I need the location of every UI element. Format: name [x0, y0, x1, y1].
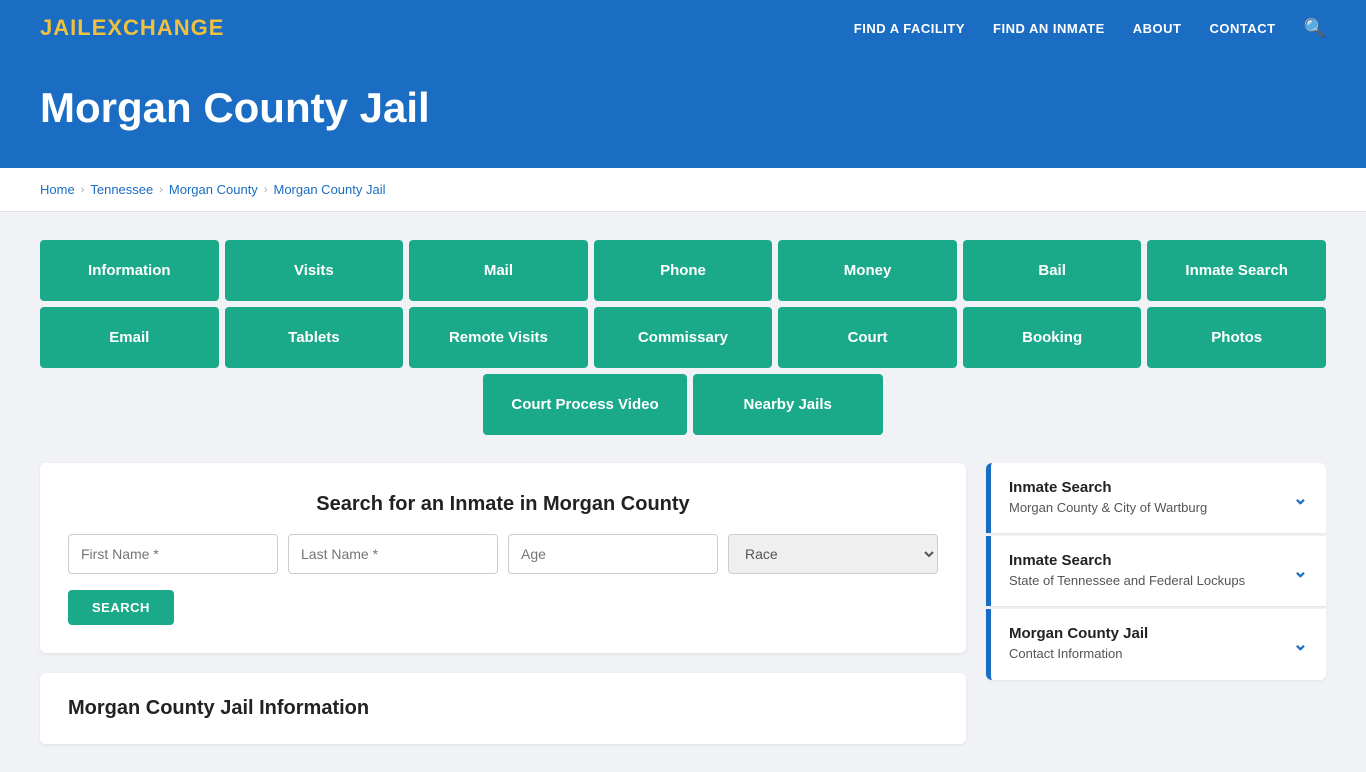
first-name-input[interactable]	[68, 534, 278, 574]
sidebar-card-1-title: Inmate Search	[1009, 479, 1207, 496]
logo-exchange-rest: XCHANGE	[107, 15, 224, 40]
breadcrumb-home[interactable]: Home	[40, 182, 75, 197]
sidebar-card-3-title: Morgan County Jail	[1009, 625, 1148, 642]
breadcrumb-current: Morgan County Jail	[273, 182, 385, 197]
chevron-icon-1: ›	[81, 184, 85, 196]
logo-exchange-x: E	[92, 15, 108, 40]
breadcrumb-bar: Home › Tennessee › Morgan County › Morga…	[0, 168, 1366, 212]
nav-contact[interactable]: CONTACT	[1209, 21, 1275, 36]
sidebar-card-2-title: Inmate Search	[1009, 552, 1245, 569]
main-nav: FIND A FACILITY FIND AN INMATE ABOUT CON…	[854, 18, 1326, 39]
search-button[interactable]: SEARCH	[68, 590, 174, 625]
info-box: Morgan County Jail Information	[40, 673, 966, 744]
left-panel: Search for an Inmate in Morgan County Ra…	[40, 463, 966, 744]
page-title: Morgan County Jail	[40, 84, 1326, 132]
chevron-icon-2: ›	[159, 184, 163, 196]
chevron-down-icon-1: ⌄	[1293, 488, 1308, 509]
search-icon-button[interactable]: 🔍	[1304, 18, 1326, 39]
sidebar-card-2-text: Inmate Search State of Tennessee and Fed…	[1009, 552, 1245, 590]
sidebar-card-3[interactable]: Morgan County Jail Contact Information ⌄	[986, 609, 1326, 679]
site-logo[interactable]: JAILEXCHANGE	[40, 15, 224, 41]
tile-booking[interactable]: Booking	[963, 307, 1142, 368]
tile-phone[interactable]: Phone	[594, 240, 773, 301]
nav-find-inmate[interactable]: FIND AN INMATE	[993, 21, 1105, 36]
tile-grid-row1: Information Visits Mail Phone Money Bail…	[40, 240, 1326, 301]
search-inputs: Race	[68, 534, 938, 574]
tile-commissary[interactable]: Commissary	[594, 307, 773, 368]
sidebar-card-1[interactable]: Inmate Search Morgan County & City of Wa…	[986, 463, 1326, 533]
content-area: Search for an Inmate in Morgan County Ra…	[40, 463, 1326, 744]
sidebar-card-1-text: Inmate Search Morgan County & City of Wa…	[1009, 479, 1207, 517]
tile-remote-visits[interactable]: Remote Visits	[409, 307, 588, 368]
age-input[interactable]	[508, 534, 718, 574]
tile-money[interactable]: Money	[778, 240, 957, 301]
breadcrumb: Home › Tennessee › Morgan County › Morga…	[40, 182, 1326, 197]
tile-information[interactable]: Information	[40, 240, 219, 301]
tile-tablets[interactable]: Tablets	[225, 307, 404, 368]
tile-inmate-search[interactable]: Inmate Search	[1147, 240, 1326, 301]
right-panel: Inmate Search Morgan County & City of Wa…	[986, 463, 1326, 744]
main-content: Information Visits Mail Phone Money Bail…	[0, 212, 1366, 772]
sidebar-card-3-text: Morgan County Jail Contact Information	[1009, 625, 1148, 663]
tile-mail[interactable]: Mail	[409, 240, 588, 301]
last-name-input[interactable]	[288, 534, 498, 574]
hero-section: Morgan County Jail	[0, 56, 1366, 168]
breadcrumb-county[interactable]: Morgan County	[169, 182, 258, 197]
tile-photos[interactable]: Photos	[1147, 307, 1326, 368]
chevron-down-icon-3: ⌄	[1293, 634, 1308, 655]
tile-court-process-video[interactable]: Court Process Video	[483, 374, 686, 435]
tile-grid-row2: Email Tablets Remote Visits Commissary C…	[40, 307, 1326, 368]
tile-email[interactable]: Email	[40, 307, 219, 368]
tile-bail[interactable]: Bail	[963, 240, 1142, 301]
inmate-search-box: Search for an Inmate in Morgan County Ra…	[40, 463, 966, 653]
tile-visits[interactable]: Visits	[225, 240, 404, 301]
search-title: Search for an Inmate in Morgan County	[68, 493, 938, 516]
logo-jail: JAIL	[40, 15, 92, 40]
tile-nearby-jails[interactable]: Nearby Jails	[693, 374, 883, 435]
nav-find-facility[interactable]: FIND A FACILITY	[854, 21, 965, 36]
race-select[interactable]: Race	[728, 534, 938, 574]
sidebar-card-2[interactable]: Inmate Search State of Tennessee and Fed…	[986, 536, 1326, 606]
sidebar-card-3-subtitle: Contact Information	[1009, 645, 1148, 663]
sidebar-card-1-subtitle: Morgan County & City of Wartburg	[1009, 499, 1207, 517]
chevron-icon-3: ›	[264, 184, 268, 196]
breadcrumb-state[interactable]: Tennessee	[90, 182, 153, 197]
tile-court[interactable]: Court	[778, 307, 957, 368]
tile-grid-row3: Court Process Video Nearby Jails	[40, 374, 1326, 435]
sidebar-card-2-subtitle: State of Tennessee and Federal Lockups	[1009, 572, 1245, 590]
site-header: JAILEXCHANGE FIND A FACILITY FIND AN INM…	[0, 0, 1366, 56]
info-title: Morgan County Jail Information	[68, 697, 938, 720]
chevron-down-icon-2: ⌄	[1293, 561, 1308, 582]
nav-about[interactable]: ABOUT	[1133, 21, 1182, 36]
